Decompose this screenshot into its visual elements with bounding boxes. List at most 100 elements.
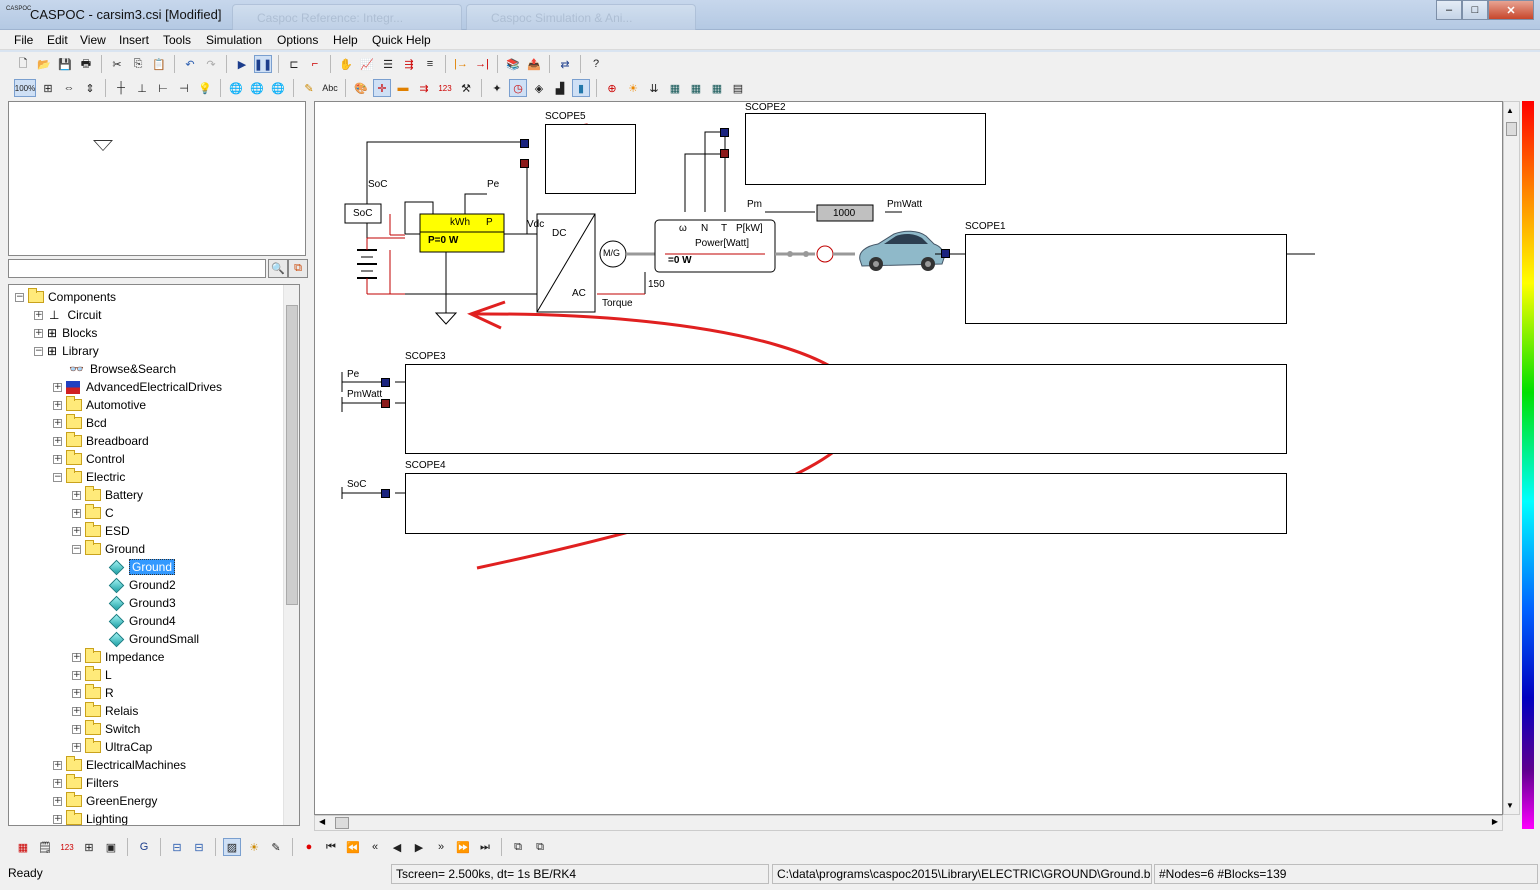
grid3-icon[interactable]: ▦ bbox=[708, 79, 726, 97]
tree-item-relais[interactable]: + Relais bbox=[72, 702, 138, 720]
tree-item-groundsmall[interactable]: GroundSmall bbox=[107, 630, 199, 648]
undo-icon[interactable]: ↶ bbox=[181, 55, 199, 73]
pen-icon[interactable]: ✎ bbox=[300, 79, 318, 97]
tree-item-control[interactable]: + Control bbox=[53, 450, 125, 468]
copy-icon[interactable]: ⎘ bbox=[129, 55, 147, 73]
numbers-icon[interactable]: 123 bbox=[58, 838, 76, 856]
scope5-input-port-1[interactable] bbox=[520, 139, 529, 148]
tree-item-c[interactable]: + C bbox=[72, 504, 114, 522]
cut-icon[interactable]: ✂ bbox=[108, 55, 126, 73]
target-icon[interactable]: ⊕ bbox=[603, 79, 621, 97]
tree-item-ground3[interactable]: Ground3 bbox=[107, 594, 176, 612]
maximize-button[interactable]: □ bbox=[1462, 0, 1488, 20]
image-icon[interactable]: ▨ bbox=[223, 838, 241, 856]
light-icon[interactable]: 💡 bbox=[196, 79, 214, 97]
scope5[interactable] bbox=[545, 124, 636, 194]
zoom-fit-icon[interactable]: ⊞ bbox=[39, 79, 57, 97]
tree-scroll-thumb[interactable] bbox=[286, 305, 298, 605]
library-icon[interactable]: 📚 bbox=[504, 55, 522, 73]
align-icon[interactable]: ⇶ bbox=[400, 55, 418, 73]
tree-item-r[interactable]: + R bbox=[72, 684, 114, 702]
probe-icon[interactable]: ⊥ bbox=[133, 79, 151, 97]
globe2-icon[interactable]: 🌐 bbox=[248, 79, 266, 97]
tree-item-advanced-electrical-drives[interactable]: + AdvancedElectricalDrives bbox=[53, 378, 222, 396]
menu-options[interactable]: Options bbox=[277, 33, 318, 47]
cross-icon[interactable]: ✛ bbox=[373, 79, 391, 97]
search-input[interactable] bbox=[8, 259, 266, 278]
scope1-input-port[interactable] bbox=[941, 249, 950, 258]
list-icon[interactable]: ☰ bbox=[379, 55, 397, 73]
close-button[interactable]: ✕ bbox=[1488, 0, 1534, 20]
flow-icon[interactable]: ◈ bbox=[530, 79, 548, 97]
notes-icon[interactable]: 🗒 bbox=[36, 838, 54, 856]
tree-item-electric[interactable]: − Electric bbox=[53, 468, 125, 486]
text-icon[interactable]: Abc bbox=[321, 79, 339, 97]
scope4[interactable] bbox=[405, 473, 1287, 534]
arrows-icon[interactable]: ⇉ bbox=[415, 79, 433, 97]
menu-view[interactable]: View bbox=[80, 33, 106, 47]
tree-item-lighting[interactable]: + Lighting bbox=[53, 810, 128, 825]
scope3-input-port-pe[interactable] bbox=[381, 378, 390, 387]
schematic-canvas[interactable]: SCOPE5 SCOPE2 SCOPE1 SCOPE3 SCOPE4 SoC S… bbox=[314, 101, 1503, 815]
new-icon[interactable]: 🗋 bbox=[14, 55, 32, 73]
help-icon[interactable]: ? bbox=[587, 55, 605, 73]
menu-quick-help[interactable]: Quick Help bbox=[372, 33, 431, 47]
canvas-horizontal-scrollbar[interactable]: ◀ ▶ bbox=[314, 815, 1503, 831]
canvas-vertical-scrollbar[interactable]: ▲ ▼ bbox=[1503, 101, 1520, 815]
tree-item-library[interactable]: − ⊞ Library bbox=[34, 342, 99, 360]
chip-icon[interactable]: ▣ bbox=[102, 838, 120, 856]
zoom-window-icon[interactable]: ⇔ bbox=[60, 79, 78, 97]
window-icon[interactable]: ⧉ bbox=[509, 838, 527, 856]
grid2-icon[interactable]: ▦ bbox=[687, 79, 705, 97]
record-icon[interactable]: ● bbox=[300, 838, 318, 856]
tree-item-bcd[interactable]: + Bcd bbox=[53, 414, 107, 432]
sun-icon[interactable]: ☀ bbox=[624, 79, 642, 97]
forward-fast-icon[interactable]: ⏩ bbox=[454, 838, 472, 856]
tree-item-circuit[interactable]: + ⊥ Circuit bbox=[34, 306, 101, 324]
plot-icon[interactable]: 📈 bbox=[358, 55, 376, 73]
play-icon[interactable]: ▶ bbox=[410, 838, 428, 856]
print-icon[interactable]: 🖶 bbox=[77, 55, 95, 73]
overview-panel[interactable] bbox=[8, 101, 306, 256]
tree-item-esd[interactable]: + ESD bbox=[72, 522, 130, 540]
rewind-fast-icon[interactable]: ⏪ bbox=[344, 838, 362, 856]
tree-item-automotive[interactable]: + Automotive bbox=[53, 396, 146, 414]
tree-item-impedance[interactable]: + Impedance bbox=[72, 648, 164, 666]
tree-item-components[interactable]: − Components bbox=[15, 288, 116, 306]
globe3-icon[interactable]: 🌐 bbox=[269, 79, 287, 97]
tree-item-green-energy[interactable]: + GreenEnergy bbox=[53, 792, 157, 810]
bar-icon[interactable]: ▮ bbox=[572, 79, 590, 97]
scope3[interactable] bbox=[405, 364, 1287, 454]
scope5-input-port-2[interactable] bbox=[520, 159, 529, 168]
step-back-icon[interactable]: ◀ bbox=[388, 838, 406, 856]
tree-item-battery[interactable]: + Battery bbox=[72, 486, 143, 504]
tree-item-ground-folder[interactable]: − Ground bbox=[72, 540, 145, 558]
tree-item-browse-search[interactable]: 👓 Browse&Search bbox=[69, 360, 176, 378]
split-icon[interactable]: ⊢ bbox=[154, 79, 172, 97]
tree-item-breadboard[interactable]: + Breadboard bbox=[53, 432, 149, 450]
fast-forward-icon[interactable]: » bbox=[432, 838, 450, 856]
scope3-input-port-pmwatt[interactable] bbox=[381, 399, 390, 408]
menu-simulation[interactable]: Simulation bbox=[206, 33, 262, 47]
tree-item-blocks[interactable]: + ⊞ Blocks bbox=[34, 324, 97, 342]
marker-icon[interactable]: ▬ bbox=[394, 79, 412, 97]
layout2-icon[interactable]: ⊟ bbox=[190, 838, 208, 856]
fill-icon[interactable]: ▟ bbox=[551, 79, 569, 97]
filter-icon[interactable]: ⧉ bbox=[288, 259, 308, 278]
zoom-100-button[interactable]: 100% bbox=[14, 79, 36, 97]
canvas-vscroll-thumb[interactable] bbox=[1506, 122, 1517, 136]
wand-icon[interactable]: ✎ bbox=[267, 838, 285, 856]
tree-item-ground4[interactable]: Ground4 bbox=[107, 612, 176, 630]
open-icon[interactable]: 📂 bbox=[35, 55, 53, 73]
tree-scrollbar[interactable] bbox=[283, 285, 299, 825]
disconnect-icon[interactable]: →| bbox=[473, 55, 491, 73]
counter-icon[interactable]: 123 bbox=[436, 79, 454, 97]
scope2[interactable] bbox=[745, 113, 986, 185]
minimize-button[interactable]: – bbox=[1436, 0, 1462, 20]
redo-icon[interactable]: ↷ bbox=[202, 55, 220, 73]
paste-icon[interactable]: 📋 bbox=[150, 55, 168, 73]
sort-icon[interactable]: ≡ bbox=[421, 55, 439, 73]
grid-icon[interactable]: ▦ bbox=[14, 838, 32, 856]
tree-item-ground2[interactable]: Ground2 bbox=[107, 576, 176, 594]
refresh-icon[interactable]: G bbox=[135, 838, 153, 856]
